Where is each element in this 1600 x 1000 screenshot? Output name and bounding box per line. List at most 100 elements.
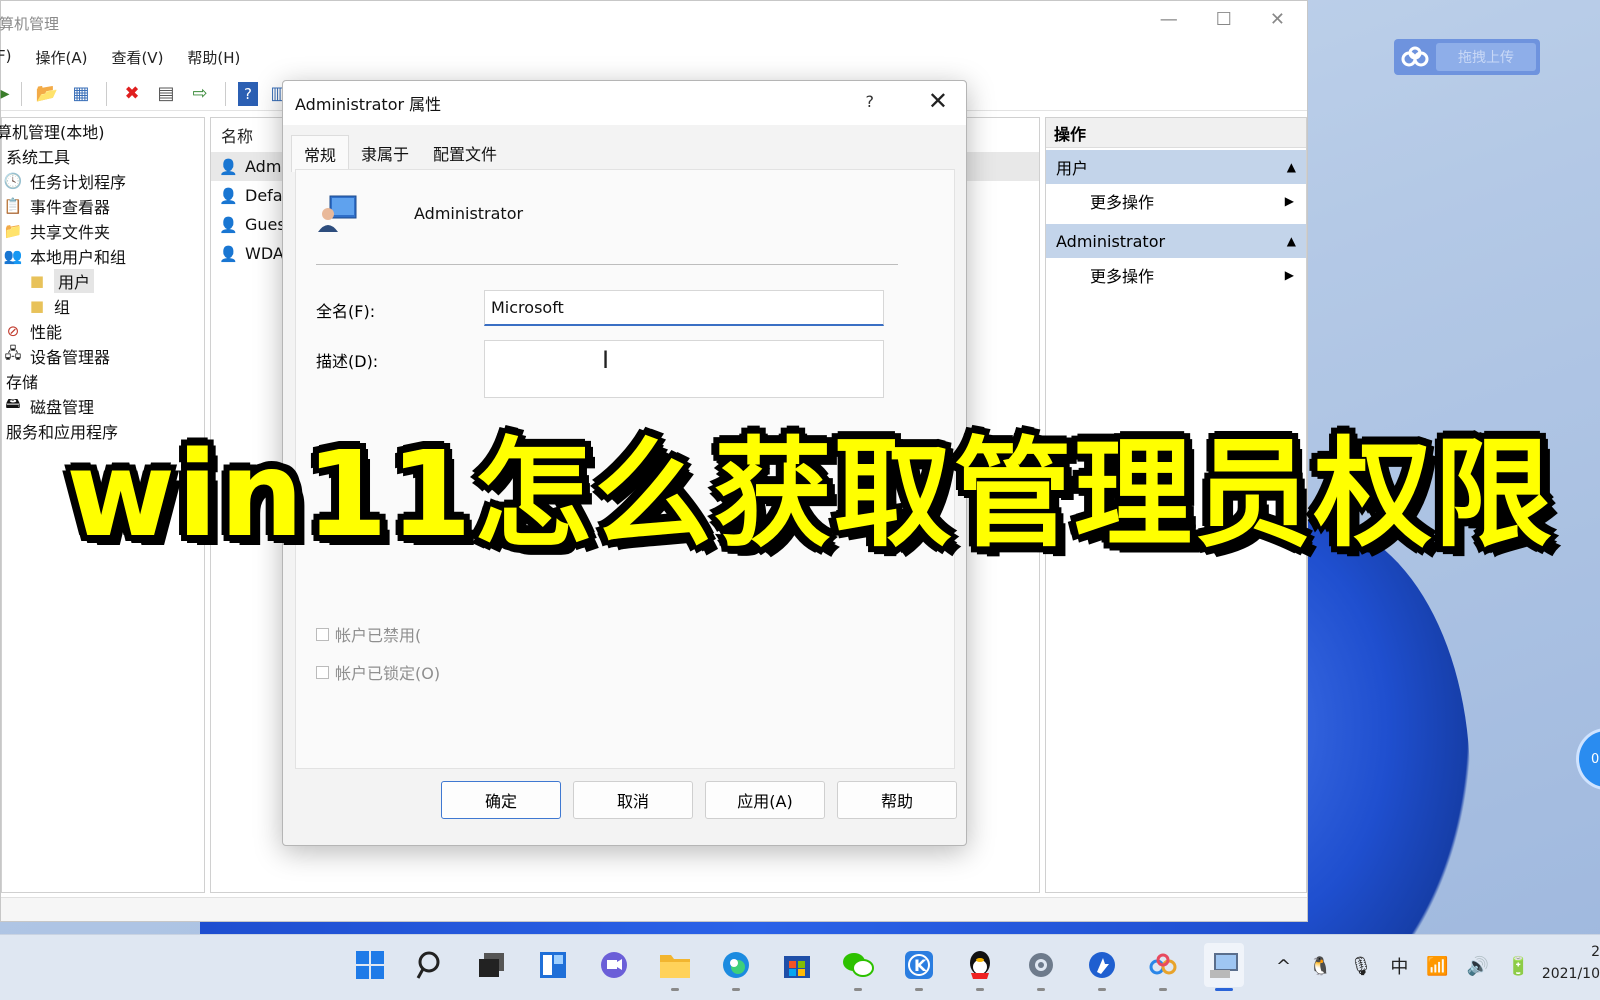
- widgets-icon[interactable]: [533, 943, 573, 987]
- baidu-netdisk-icon[interactable]: [1143, 943, 1183, 991]
- taskbar-clock[interactable]: 2 2021/10: [1540, 941, 1600, 985]
- account-disabled-checkbox[interactable]: 帐户已禁用(: [316, 622, 421, 646]
- action-more-actions[interactable]: 更多操作 ▶: [1046, 258, 1306, 292]
- settings-icon[interactable]: [1021, 943, 1061, 991]
- window-titlebar: 算机管理: [0, 1, 1307, 45]
- toolbar-separator: [225, 81, 226, 106]
- running-indicator: [915, 988, 923, 991]
- description-label: 描述(D):: [316, 352, 379, 371]
- file-explorer-icon[interactable]: [655, 943, 695, 991]
- show-hide-tree-icon[interactable]: ▦: [68, 81, 94, 107]
- menu-bar: F) 操作(A) 查看(V) 帮助(H): [0, 47, 240, 73]
- volume-icon[interactable]: 🔊: [1467, 956, 1489, 977]
- chat-icon[interactable]: [594, 943, 634, 987]
- help-icon[interactable]: ?: [238, 81, 258, 106]
- actions-section-administrator[interactable]: Administrator ▲: [1046, 224, 1306, 258]
- tree-item-computer-management[interactable]: 算机管理(本地): [0, 118, 204, 143]
- system-tray: ^ 🐧 🎙 中 📶 🔊 🔋: [1276, 953, 1530, 979]
- user-header: Administrator: [316, 192, 523, 234]
- search-icon[interactable]: [411, 943, 451, 987]
- help-button[interactable]: 帮助: [837, 781, 957, 819]
- tree-item-local-users-groups[interactable]: 👥 本地用户和组: [2, 243, 204, 268]
- fullname-input[interactable]: [484, 290, 884, 326]
- tree-item-task-scheduler[interactable]: 🕓 任务计划程序: [2, 168, 204, 193]
- cloud-upload-widget[interactable]: 拖拽上传: [1394, 39, 1540, 75]
- folder-icon: ■: [29, 296, 45, 315]
- up-folder-icon[interactable]: 📂: [34, 81, 60, 107]
- tree-item-groups[interactable]: ■ 组: [2, 293, 204, 318]
- export-icon[interactable]: ⇨: [187, 81, 213, 107]
- k-app-icon[interactable]: K: [899, 943, 939, 991]
- tree-item-shared-folders[interactable]: 📁 共享文件夹: [2, 218, 204, 243]
- qq-tray-icon[interactable]: 🐧: [1309, 956, 1331, 977]
- description-input[interactable]: [484, 340, 884, 398]
- cancel-button[interactable]: 取消: [573, 781, 693, 819]
- tab-member-of[interactable]: 隶属于: [349, 135, 421, 172]
- performance-icon: ⊘: [6, 321, 20, 340]
- list-item-label: Gues: [245, 215, 286, 234]
- tree-label: 共享文件夹: [30, 222, 111, 242]
- checkbox-box[interactable]: [316, 665, 329, 679]
- battery-icon[interactable]: 🔋: [1507, 956, 1529, 977]
- collapse-up-icon[interactable]: ▲: [1287, 160, 1296, 174]
- edge-icon[interactable]: [716, 943, 756, 991]
- chevron-up-icon[interactable]: ^: [1276, 956, 1291, 977]
- start-icon[interactable]: [350, 943, 390, 987]
- actions-section-users[interactable]: 用户 ▲: [1046, 150, 1306, 184]
- checkbox-box[interactable]: [316, 627, 329, 641]
- tab-general[interactable]: 常规: [291, 135, 350, 172]
- tab-profile[interactable]: 配置文件: [421, 135, 509, 172]
- computer-management-taskbar-icon[interactable]: [1204, 943, 1244, 991]
- tree-item-users[interactable]: ■ 用户: [2, 268, 204, 293]
- text-cursor-icon: I: [602, 346, 610, 374]
- maximize-icon[interactable]: ☐: [1216, 9, 1232, 30]
- window-controls: — ☐ ✕: [1160, 9, 1285, 30]
- tree-label: 设备管理器: [30, 347, 111, 367]
- back-icon[interactable]: ▸: [0, 81, 9, 107]
- section-title: 用户: [1056, 159, 1089, 178]
- feishu-icon[interactable]: [1082, 943, 1122, 991]
- store-icon[interactable]: [777, 943, 817, 987]
- running-indicator: [1159, 988, 1167, 991]
- collapse-up-icon[interactable]: ▲: [1287, 234, 1296, 248]
- apply-button[interactable]: 应用(A): [705, 781, 825, 819]
- menu-help[interactable]: 帮助(H): [187, 47, 240, 73]
- horizontal-scrollbar[interactable]: [1, 897, 1307, 921]
- menu-file[interactable]: F): [0, 47, 11, 73]
- action-label: 更多操作: [1090, 193, 1155, 212]
- minimize-icon[interactable]: —: [1160, 9, 1178, 30]
- ok-button[interactable]: 确定: [441, 781, 561, 819]
- list-item-label: Admi: [245, 157, 286, 176]
- action-label: 更多操作: [1090, 267, 1155, 286]
- active-indicator: [1215, 988, 1233, 991]
- ime-indicator[interactable]: 中: [1390, 953, 1408, 979]
- dialog-close-icon[interactable]: ✕: [928, 87, 948, 115]
- disk-icon: 🖴: [5, 394, 21, 412]
- microphone-icon[interactable]: 🎙: [1350, 956, 1373, 977]
- wechat-icon[interactable]: [838, 943, 878, 991]
- tree-label: 用户: [54, 268, 95, 293]
- tree-item-system-tools[interactable]: 系统工具: [2, 143, 204, 168]
- delete-icon[interactable]: ✖: [119, 81, 145, 107]
- chevron-right-icon: ▶: [1284, 268, 1294, 282]
- section-title: Administrator: [1056, 231, 1166, 251]
- device-manager-icon: 🖧: [4, 344, 22, 362]
- wifi-icon[interactable]: 📶: [1426, 956, 1448, 977]
- dialog-tabs: 常规 隶属于 配置文件: [291, 135, 509, 172]
- tree-item-device-manager[interactable]: 🖧 设备管理器: [2, 343, 204, 368]
- tree-item-storage[interactable]: 存储: [2, 368, 204, 393]
- tree-label: 存储: [6, 372, 39, 392]
- tree-item-event-viewer[interactable]: 📋 事件查看器: [2, 193, 204, 218]
- qq-icon[interactable]: [960, 943, 1000, 991]
- tree-item-performance[interactable]: ⊘ 性能: [2, 318, 204, 343]
- menu-view[interactable]: 查看(V): [111, 47, 163, 73]
- dialog-help-button[interactable]: ?: [866, 92, 875, 111]
- close-icon[interactable]: ✕: [1270, 9, 1285, 30]
- divider: [316, 264, 898, 265]
- properties-icon[interactable]: ▤: [153, 81, 179, 107]
- action-more-actions[interactable]: 更多操作 ▶: [1046, 184, 1306, 218]
- task-view-icon[interactable]: [472, 943, 512, 987]
- account-locked-checkbox[interactable]: 帐户已锁定(O): [316, 660, 440, 684]
- tree-label: 性能: [30, 322, 63, 342]
- menu-action[interactable]: 操作(A): [35, 47, 87, 73]
